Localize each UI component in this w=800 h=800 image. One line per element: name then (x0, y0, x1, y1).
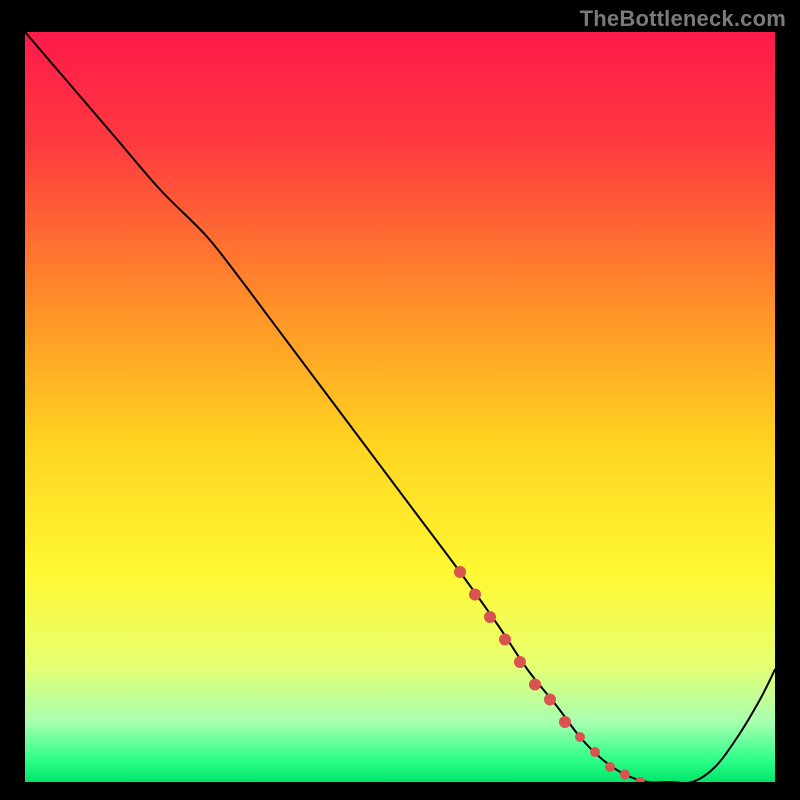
highlight-dot (575, 732, 585, 742)
highlight-dot (620, 770, 630, 780)
highlight-dot (559, 716, 571, 728)
highlight-dot (469, 589, 481, 601)
highlight-dot (544, 694, 556, 706)
chart-frame: TheBottleneck.com (0, 0, 800, 800)
plot-area (25, 32, 775, 782)
chart-svg (25, 32, 775, 782)
highlight-dot (605, 762, 615, 772)
highlight-dot (454, 566, 466, 578)
highlight-dot (590, 747, 600, 757)
highlight-dot (514, 656, 526, 668)
watermark-text: TheBottleneck.com (580, 6, 786, 32)
gradient-background (25, 32, 775, 782)
highlight-dot (529, 679, 541, 691)
highlight-dot (484, 611, 496, 623)
highlight-dot (499, 634, 511, 646)
